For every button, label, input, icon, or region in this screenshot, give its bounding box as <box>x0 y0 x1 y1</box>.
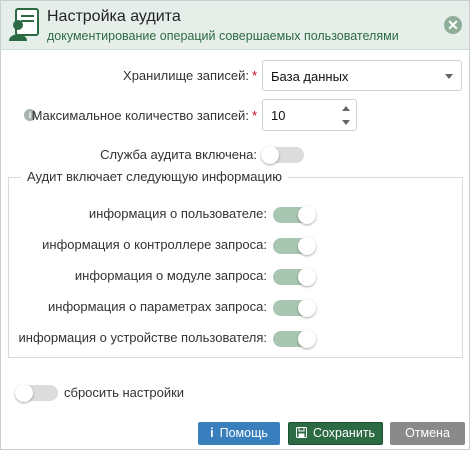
audit-item-label: информация о модуле запроса: <box>74 268 267 283</box>
floppy-disk-icon <box>295 423 307 444</box>
toggle-knob <box>298 206 316 224</box>
dialog-title: Настройка аудита <box>47 8 181 25</box>
audit-item-toggle[interactable] <box>273 330 316 348</box>
required-mark: * <box>251 68 257 83</box>
audit-item-label: информация о параметрах запроса: <box>48 299 267 314</box>
max-records-label: Максимальное количество записей: * <box>31 108 257 123</box>
close-icon[interactable]: ✕ <box>444 16 462 34</box>
audit-item-label: информация о контроллере запроса: <box>42 237 267 252</box>
audit-item-label: информация о пользователе: <box>88 206 267 221</box>
storage-label: Хранилище записей: * <box>123 68 257 83</box>
increment-icon[interactable] <box>342 106 350 111</box>
save-button[interactable]: Сохранить <box>288 422 383 445</box>
storage-select[interactable]: База данных <box>262 60 462 91</box>
required-mark: * <box>251 108 257 123</box>
toggle-knob <box>261 146 279 164</box>
help-button[interactable]: i Помощь <box>198 422 280 445</box>
cancel-button[interactable]: Отмена <box>390 422 465 445</box>
help-button-label: Помощь <box>219 426 268 440</box>
service-enabled-toggle[interactable] <box>261 146 304 164</box>
storage-select-value: База данных <box>271 69 349 84</box>
save-button-label: Сохранить <box>312 426 376 440</box>
dialog-subtitle: документирование операций совершаемых по… <box>47 29 399 43</box>
chevron-down-icon <box>445 74 453 79</box>
toggle-knob <box>298 268 316 286</box>
dialog-header: Настройка аудита документирование операц… <box>1 1 469 50</box>
audit-item-toggle[interactable] <box>273 268 316 286</box>
decrement-icon[interactable] <box>342 120 350 125</box>
max-records-stepper[interactable]: 10 <box>262 99 357 131</box>
toggle-knob <box>298 237 316 255</box>
toggle-knob <box>298 330 316 348</box>
audit-info-legend: Аудит включает следующую информацию <box>21 169 288 184</box>
audit-item-label: информация о устройстве пользователя: <box>18 330 268 345</box>
info-icon: i <box>210 426 214 440</box>
reset-settings-label: сбросить настройки <box>64 385 185 400</box>
service-enabled-label: Служба аудита включена: <box>100 147 257 162</box>
user-document-icon <box>9 8 39 41</box>
toggle-knob <box>15 384 33 402</box>
audit-item-toggle[interactable] <box>273 237 316 255</box>
audit-item-toggle[interactable] <box>273 299 316 317</box>
audit-item-toggle[interactable] <box>273 206 316 224</box>
max-records-value: 10 <box>271 108 286 123</box>
audit-settings-dialog: Настройка аудита документирование операц… <box>0 0 470 450</box>
toggle-knob <box>298 299 316 317</box>
reset-settings-toggle[interactable] <box>15 384 58 402</box>
